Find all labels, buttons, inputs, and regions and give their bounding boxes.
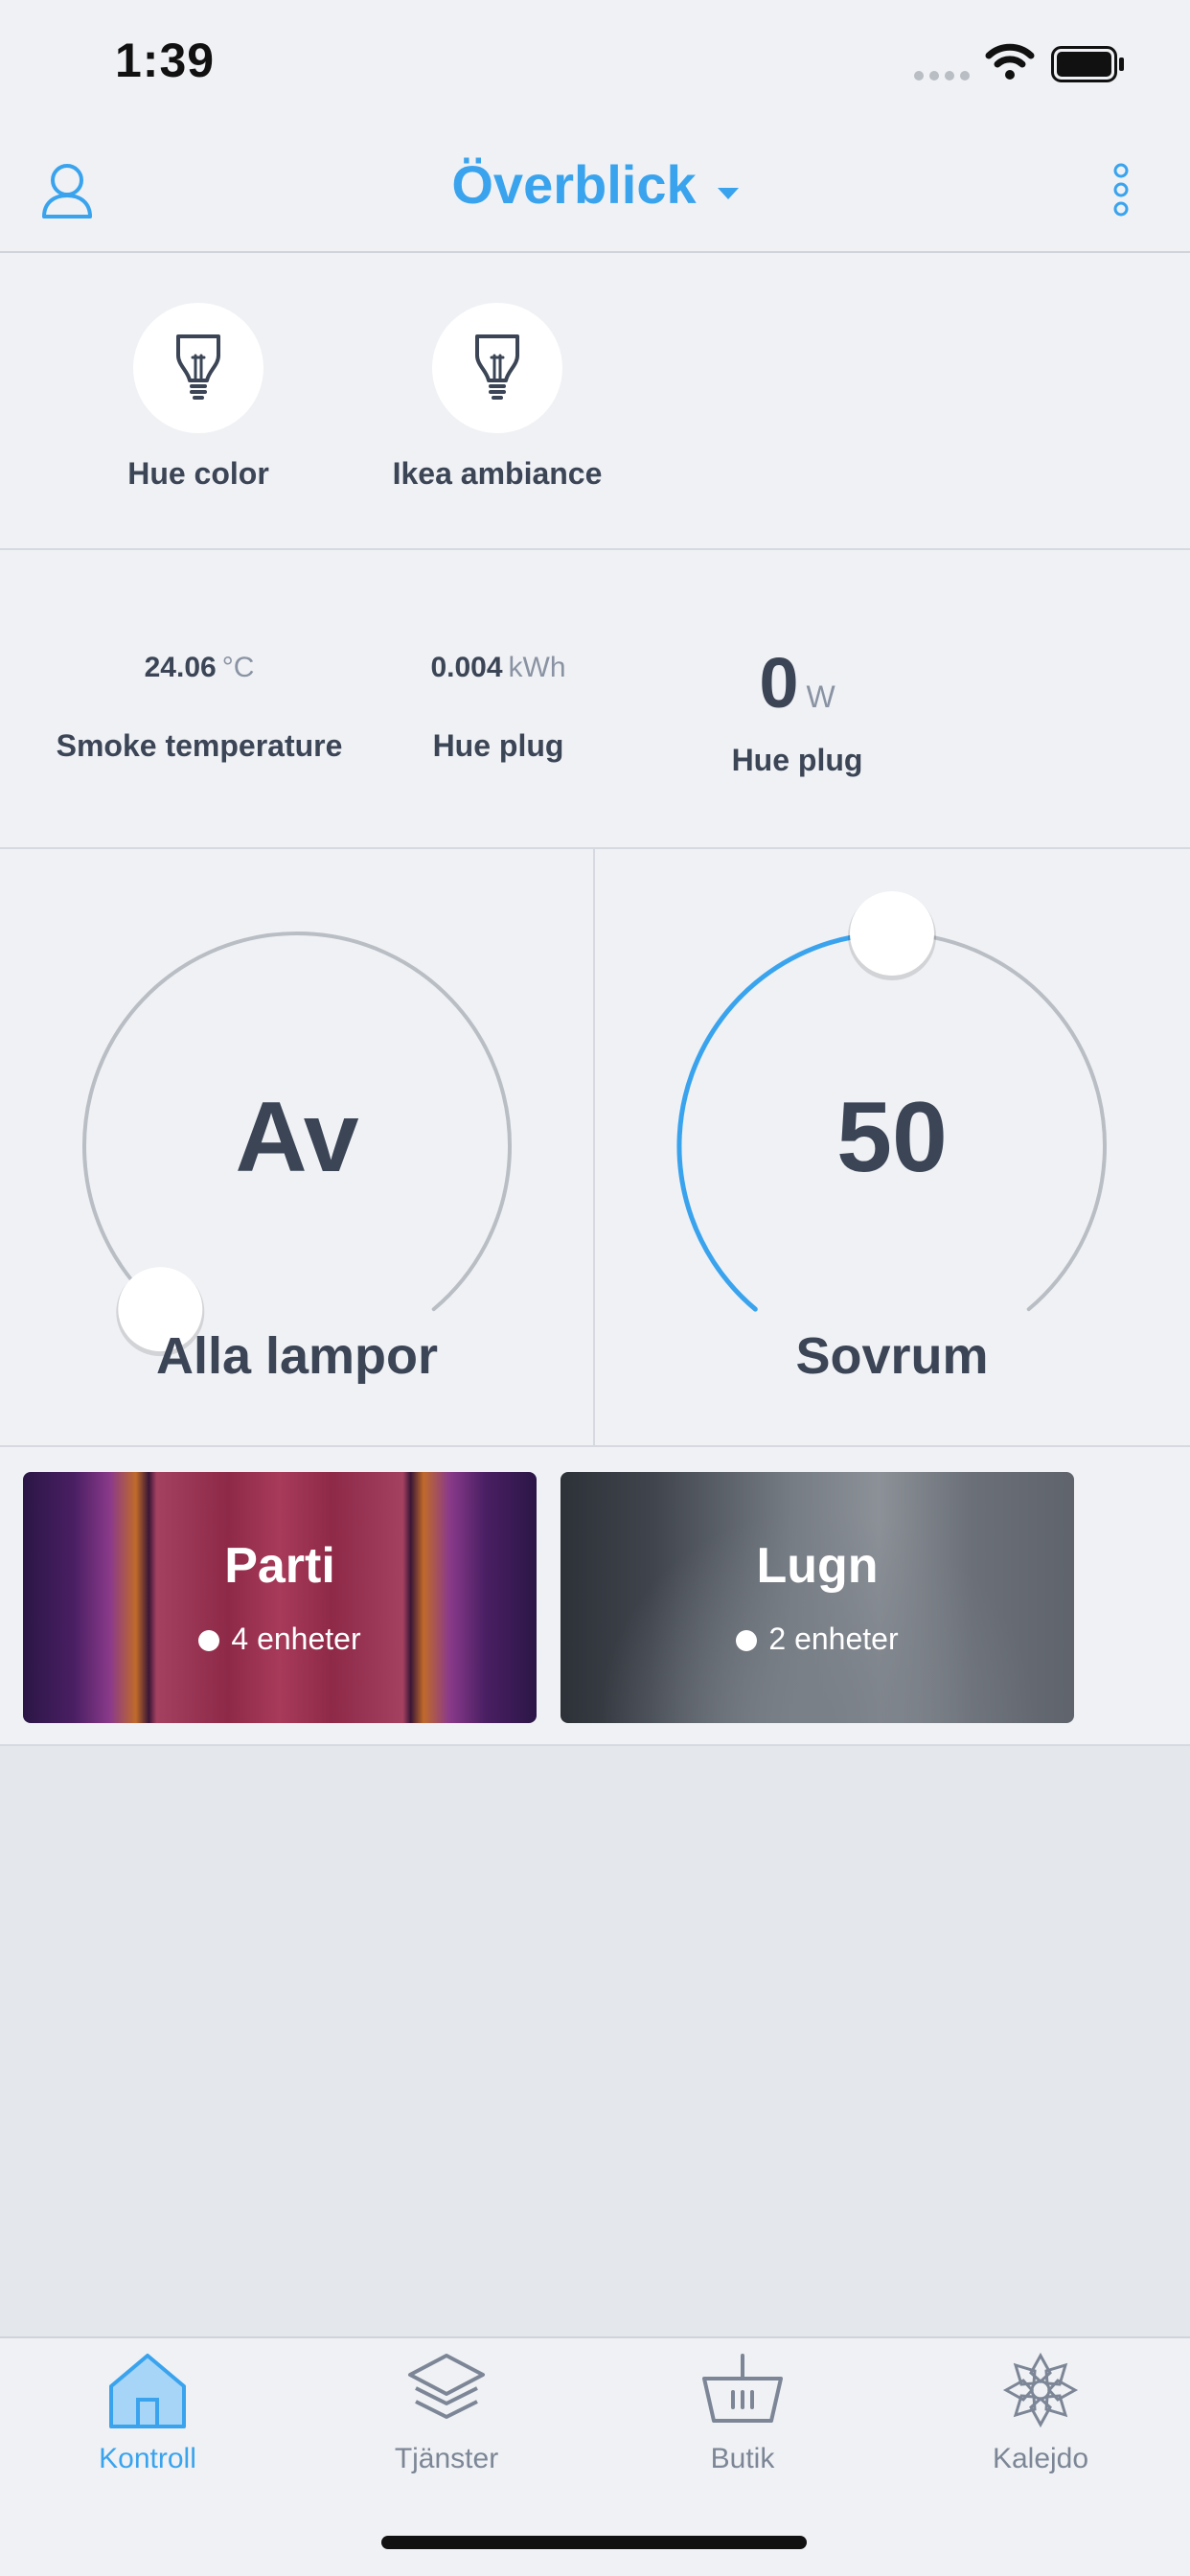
status-dot-icon xyxy=(198,1630,220,1651)
tab-label: Tjänster xyxy=(394,2443,499,2474)
scene-card-lugn[interactable]: Lugn 2 enheter xyxy=(561,1472,1074,1723)
tab-kalejdo[interactable]: Kalejdo xyxy=(926,2350,1156,2475)
device-label: Ikea ambiance xyxy=(392,456,603,491)
sensor-value: 24.06 xyxy=(144,652,217,683)
tab-label: Kalejdo xyxy=(992,2443,1089,2474)
status-dot-icon xyxy=(736,1630,758,1651)
sensor-hue-plug-energy[interactable]: 0.004 kWh Hue plug xyxy=(355,652,642,765)
device-button[interactable] xyxy=(133,303,263,433)
sensor-smoke-temperature[interactable]: 24.06 °C Smoke temperature xyxy=(56,652,343,765)
title-dropdown[interactable]: Överblick xyxy=(0,153,1190,216)
sensor-value: 0.004 xyxy=(430,652,503,683)
wifi-icon xyxy=(985,43,1035,80)
chevron-down-icon xyxy=(717,187,739,199)
page-title: Överblick xyxy=(451,154,697,215)
scene-card-parti[interactable]: Parti 4 enheter xyxy=(23,1472,537,1723)
device-button[interactable] xyxy=(432,303,562,433)
dial-value-alla-lampor: Av xyxy=(235,1082,359,1193)
home-icon xyxy=(109,2354,186,2428)
tab-butik[interactable]: Butik xyxy=(628,2350,858,2475)
kaleidoscope-icon xyxy=(1002,2352,1079,2428)
tab-tjanster[interactable]: Tjänster xyxy=(332,2350,561,2475)
basket-icon xyxy=(702,2354,783,2423)
sensor-value: 0 xyxy=(759,643,799,723)
cellular-signal-icon xyxy=(914,71,970,80)
home-indicator xyxy=(381,2536,807,2549)
tab-label: Butik xyxy=(710,2443,775,2474)
scene-title: Lugn xyxy=(756,1538,879,1594)
device-ikea-ambiance[interactable]: Ikea ambiance xyxy=(373,303,622,492)
scene-title: Parti xyxy=(224,1538,335,1594)
battery-icon xyxy=(1051,46,1124,82)
device-label: Hue color xyxy=(127,456,269,491)
scene-device-count: 2 enheter xyxy=(561,1622,1074,1657)
layers-icon xyxy=(408,2354,485,2419)
sensor-label: Hue plug xyxy=(432,728,564,763)
more-options-icon[interactable] xyxy=(1111,161,1131,220)
tab-label: Kontroll xyxy=(99,2443,196,2474)
tab-kontroll[interactable]: Kontroll xyxy=(33,2350,263,2475)
dial-value-sovrum: 50 xyxy=(836,1082,948,1193)
lightbulb-icon xyxy=(176,334,220,400)
sensor-unit: W xyxy=(806,679,835,714)
sensor-label: Smoke temperature xyxy=(56,728,343,763)
sensor-unit: kWh xyxy=(508,652,566,683)
dial-name-sovrum[interactable]: Sovrum xyxy=(595,1326,1189,1386)
lightbulb-icon xyxy=(475,334,519,400)
sensor-hue-plug-power[interactable]: 0W Hue plug xyxy=(653,642,941,778)
dial-knob[interactable] xyxy=(850,891,934,976)
device-hue-color[interactable]: Hue color xyxy=(74,303,323,492)
status-time: 1:39 xyxy=(115,34,216,87)
scene-device-count: 4 enheter xyxy=(23,1622,537,1657)
dial-name-alla-lampor[interactable]: Alla lampor xyxy=(0,1326,594,1386)
sensor-unit: °C xyxy=(221,652,255,683)
sensor-label: Hue plug xyxy=(731,743,863,777)
